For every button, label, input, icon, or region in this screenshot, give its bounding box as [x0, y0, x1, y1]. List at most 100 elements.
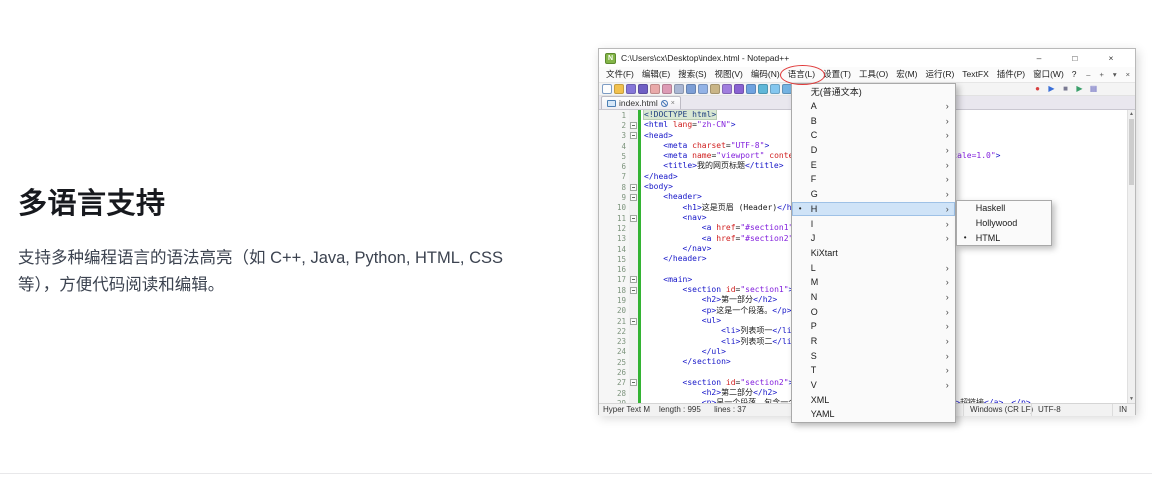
page: 多语言支持 支持多种编程语言的语法高亮（如 C++, Java, Python,…: [0, 0, 1152, 477]
toolbar-icon-undo[interactable]: [722, 84, 732, 94]
toolbar-icon-print[interactable]: [674, 84, 684, 94]
menu-item-1[interactable]: 编辑(E): [638, 67, 674, 82]
submenu-arrow-icon: ›: [946, 334, 949, 348]
line-number: 8: [599, 183, 629, 192]
toolbar-icon-zoom-in[interactable]: [770, 84, 780, 94]
menu-item-8[interactable]: 宏(M): [892, 67, 921, 82]
fold-marker-icon[interactable]: [630, 122, 637, 129]
toolbar-icon-run-macro-multiple[interactable]: ▶: [1074, 83, 1085, 95]
language-menu-item-XML[interactable]: XML: [792, 392, 955, 407]
fold-marker-icon[interactable]: [630, 184, 637, 191]
menu-item-11[interactable]: 插件(P): [993, 67, 1029, 82]
menu-item-13[interactable]: ?: [1068, 67, 1081, 82]
tab-close-icon[interactable]: ×: [671, 100, 675, 107]
menu-item-12[interactable]: 窗口(W): [1029, 67, 1068, 82]
language-menu-item-H[interactable]: •H ›: [792, 202, 955, 217]
fold-column[interactable]: [629, 110, 638, 403]
menu-item-9[interactable]: 运行(R): [921, 67, 958, 82]
fold-marker-icon[interactable]: [630, 215, 637, 222]
fold-marker-icon[interactable]: [630, 318, 637, 325]
fold-marker-icon[interactable]: [630, 379, 637, 386]
toolbar-icon-paste[interactable]: [710, 84, 720, 94]
expand-panel-icon[interactable]: +: [1099, 70, 1103, 79]
language-menu-item-P[interactable]: P›: [792, 319, 955, 334]
toolbar-icon-record-macro[interactable]: ●: [1032, 83, 1043, 95]
menu-item-label: D: [811, 145, 818, 155]
language-menu-item-S[interactable]: S›: [792, 348, 955, 363]
line-number: 27: [599, 378, 629, 387]
language-menu-item-A[interactable]: A›: [792, 99, 955, 114]
language-menu-item-F[interactable]: F›: [792, 172, 955, 187]
toolbar-icon-play-macro[interactable]: ▶: [1046, 83, 1057, 95]
language-menu-item-I[interactable]: I›: [792, 216, 955, 231]
language-menu-item-E[interactable]: E›: [792, 157, 955, 172]
toolbar-icon-save-all[interactable]: [638, 84, 648, 94]
toolbar-icon-copy[interactable]: [698, 84, 708, 94]
language-menu-item-T[interactable]: T›: [792, 363, 955, 378]
submenu-arrow-icon: ›: [946, 290, 949, 304]
language-menu-item-B[interactable]: B›: [792, 113, 955, 128]
submenu-arrow-icon: ›: [946, 202, 949, 216]
toolbar-icon-close-all[interactable]: [662, 84, 672, 94]
language-menu-item-D[interactable]: D›: [792, 143, 955, 158]
toolbar-icon-save[interactable]: [626, 84, 636, 94]
menu-item-5[interactable]: 语言(L): [784, 67, 819, 82]
toolbar-icon-close[interactable]: [650, 84, 660, 94]
menu-item-label: I: [811, 219, 814, 229]
selected-bullet-icon: •: [799, 204, 811, 213]
minimize-button[interactable]: –: [1021, 49, 1057, 67]
scrollbar-thumb[interactable]: [1129, 119, 1134, 185]
fold-marker-icon[interactable]: [630, 132, 637, 139]
language-menu-item-无(普通文本)[interactable]: 无(普通文本): [792, 84, 955, 99]
menu-item-label: C: [811, 130, 818, 140]
toolbar-icon-stop-macro[interactable]: ■: [1060, 83, 1071, 95]
toolbar-icon-replace[interactable]: [758, 84, 768, 94]
scroll-down-icon[interactable]: ▼: [1128, 396, 1135, 402]
intro-section: 多语言支持 支持多种编程语言的语法高亮（如 C++, Java, Python,…: [18, 180, 526, 299]
fold-marker-icon[interactable]: [630, 287, 637, 294]
toolbar-icon-open-folder[interactable]: [614, 84, 624, 94]
maximize-button[interactable]: □: [1057, 49, 1093, 67]
toolbar-icon-find[interactable]: [746, 84, 756, 94]
language-menu-item-KiXtart[interactable]: KiXtart: [792, 246, 955, 261]
language-submenu-item-Haskell[interactable]: Haskell: [957, 201, 1051, 216]
menu-item-4[interactable]: 编码(N): [747, 67, 784, 82]
toolbar-icon-redo[interactable]: [734, 84, 744, 94]
tab-index-html[interactable]: index.html ×: [601, 96, 681, 109]
close-button[interactable]: ×: [1093, 49, 1129, 67]
language-menu-item-R[interactable]: R›: [792, 334, 955, 349]
language-menu-item-YAML[interactable]: YAML: [792, 407, 955, 422]
language-menu-item-L[interactable]: L›: [792, 260, 955, 275]
menu-item-7[interactable]: 工具(O): [855, 67, 892, 82]
fold-marker-icon[interactable]: [630, 194, 637, 201]
language-menu-item-C[interactable]: C›: [792, 128, 955, 143]
menu-item-0[interactable]: 文件(F): [602, 67, 638, 82]
language-submenu-item-HTML[interactable]: •HTML: [957, 230, 1051, 245]
language-submenu-item-Hollywood[interactable]: Hollywood: [957, 216, 1051, 231]
tab-readonly-icon[interactable]: [661, 100, 668, 107]
menu-item-label: N: [811, 292, 818, 302]
language-menu-item-V[interactable]: V›: [792, 378, 955, 393]
toolbar-icon-document-map[interactable]: ▦: [1088, 83, 1099, 95]
toolbar-icon-cut[interactable]: [686, 84, 696, 94]
submenu-arrow-icon: ›: [946, 305, 949, 319]
more-toolbars-icon[interactable]: ▾: [1113, 70, 1117, 79]
minimize-panel-icon[interactable]: –: [1086, 70, 1090, 79]
submenu-arrow-icon: ›: [946, 99, 949, 113]
menu-item-2[interactable]: 搜索(S): [674, 67, 710, 82]
menu-item-6[interactable]: 设置(T): [819, 67, 855, 82]
language-menu-item-M[interactable]: M›: [792, 275, 955, 290]
submenu-arrow-icon: ›: [946, 261, 949, 275]
menu-item-label: H: [811, 204, 818, 214]
vertical-scrollbar[interactable]: ▲ ▼: [1127, 110, 1135, 403]
close-panel-icon[interactable]: ×: [1126, 70, 1130, 79]
menu-item-10[interactable]: TextFX: [958, 67, 992, 82]
language-menu-item-N[interactable]: N›: [792, 290, 955, 305]
language-menu-item-G[interactable]: G›: [792, 187, 955, 202]
language-menu-item-O[interactable]: O›: [792, 304, 955, 319]
scroll-up-icon[interactable]: ▲: [1128, 111, 1135, 117]
menu-item-3[interactable]: 视图(V): [711, 67, 747, 82]
language-menu-item-J[interactable]: J›: [792, 231, 955, 246]
fold-marker-icon[interactable]: [630, 276, 637, 283]
toolbar-icon-new-file[interactable]: [602, 84, 612, 94]
